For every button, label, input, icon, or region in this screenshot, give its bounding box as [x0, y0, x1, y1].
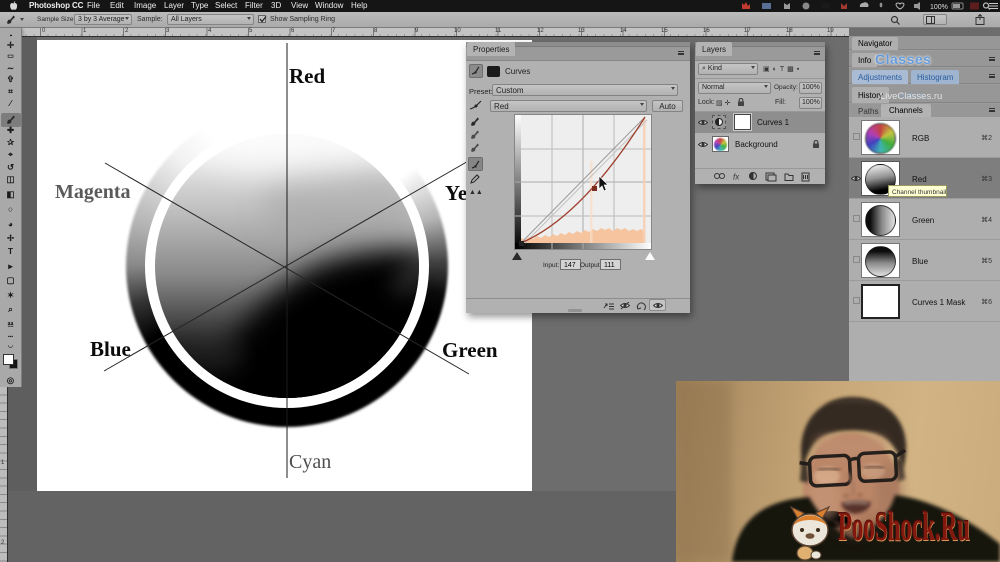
- svg-text:fx: fx: [733, 173, 740, 182]
- svg-text:100%: 100%: [930, 4, 948, 11]
